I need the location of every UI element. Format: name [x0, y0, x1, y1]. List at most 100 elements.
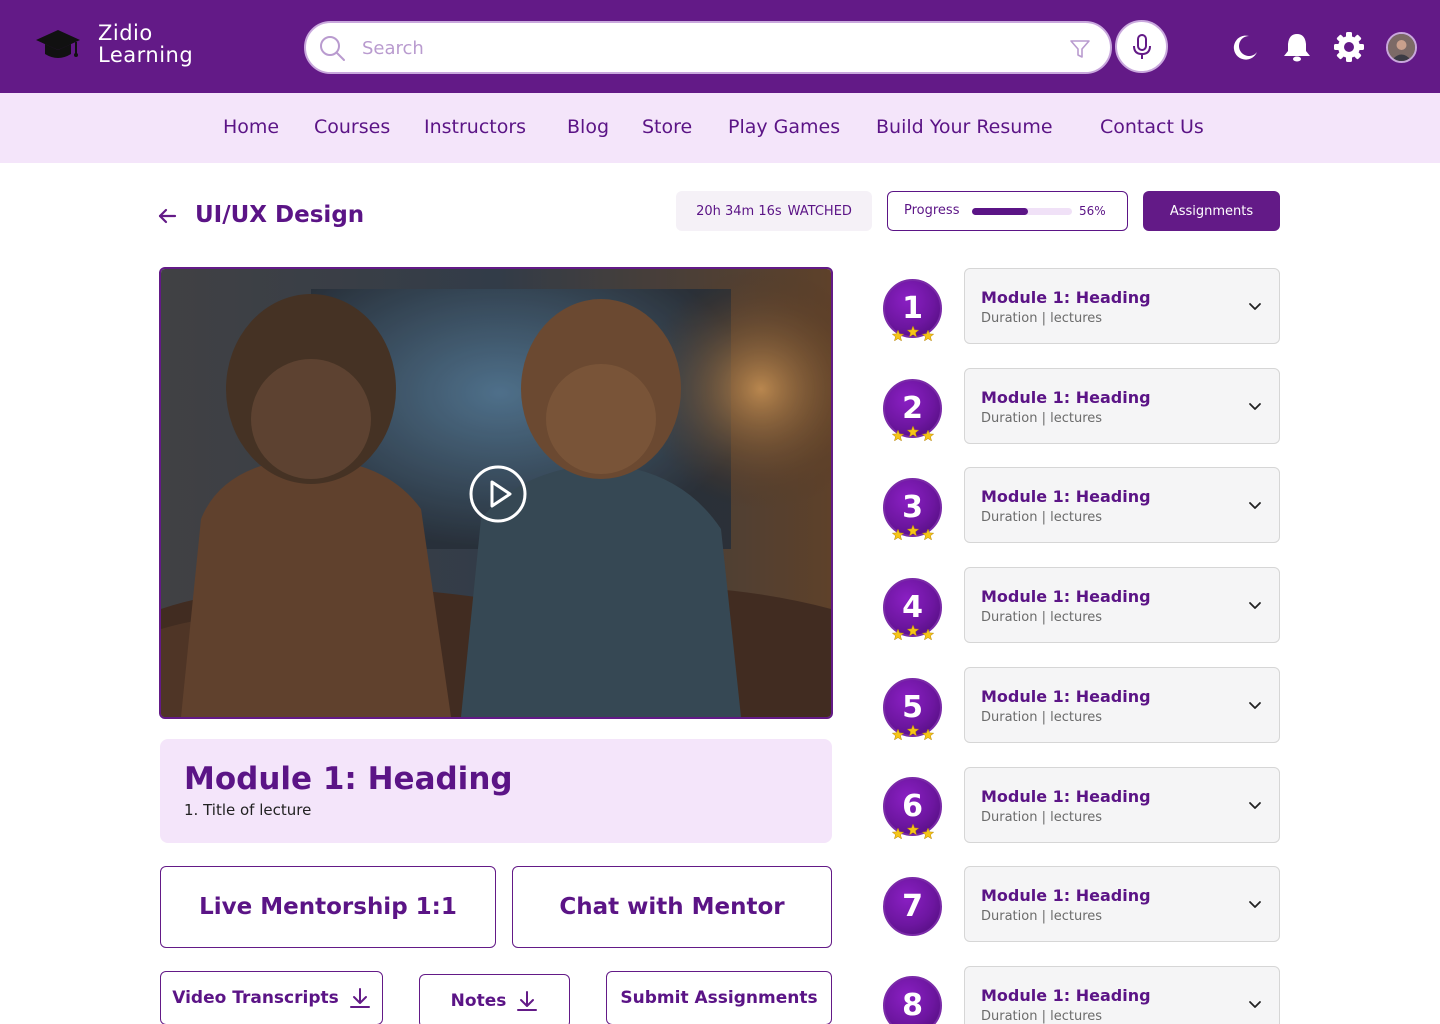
main-nav: Home Courses Instructors Blog Store Play… — [0, 93, 1440, 163]
star-icon — [891, 827, 905, 840]
search-input[interactable] — [362, 33, 1022, 63]
module-item[interactable]: Module 1: Heading Duration | lectures — [964, 667, 1280, 743]
module-item[interactable]: Module 1: Heading Duration | lectures — [964, 467, 1280, 543]
nav-instructors[interactable]: Instructors — [424, 116, 526, 138]
star-icon — [921, 728, 935, 741]
brand-name: Zidio Learning — [98, 22, 193, 66]
assignments-button[interactable]: Assignments — [1143, 191, 1280, 231]
video-player[interactable] — [159, 267, 833, 719]
module-item[interactable]: Module 1: Heading Duration | lectures — [964, 268, 1280, 344]
chevron-down-icon — [1249, 303, 1261, 310]
module-badge: 3 — [883, 478, 943, 541]
star-icon — [906, 326, 920, 338]
nav-courses[interactable]: Courses — [314, 116, 390, 138]
star-rating — [891, 824, 935, 840]
star-rating — [891, 426, 935, 442]
current-module-title: Module 1: Heading — [184, 761, 513, 797]
module-title: Module 1: Heading — [981, 886, 1151, 905]
chevron-down-icon — [1249, 702, 1261, 709]
nav-store[interactable]: Store — [642, 116, 692, 138]
settings-button[interactable] — [1333, 31, 1365, 63]
user-avatar[interactable] — [1386, 32, 1417, 63]
module-meta: Duration | lectures — [981, 510, 1103, 525]
star-rating — [891, 924, 935, 940]
module-meta: Duration | lectures — [981, 810, 1103, 825]
module-title: Module 1: Heading — [981, 288, 1151, 307]
notifications-button[interactable] — [1281, 31, 1313, 63]
notes-button[interactable]: Notes — [419, 974, 570, 1024]
module-number: 8 — [883, 976, 942, 1024]
star-icon — [921, 429, 935, 442]
module-meta: Duration | lectures — [981, 411, 1103, 426]
module-meta: Duration | lectures — [981, 909, 1103, 924]
voice-search-button[interactable] — [1115, 20, 1168, 73]
play-icon[interactable] — [468, 464, 528, 524]
module-badge: 8 — [883, 976, 943, 1024]
brand-logo[interactable]: Zidio Learning — [34, 22, 193, 66]
filter-icon[interactable] — [1068, 37, 1092, 61]
chevron-down-icon — [1249, 1001, 1261, 1008]
gear-icon — [1334, 32, 1364, 62]
nav-play-games[interactable]: Play Games — [728, 116, 840, 138]
star-icon — [906, 525, 920, 537]
star-icon — [891, 528, 905, 541]
watched-time-badge: 20h 34m 16s WATCHED — [676, 191, 872, 231]
module-badge: 7 — [883, 877, 943, 937]
star-icon — [906, 725, 920, 737]
progress-bar — [972, 208, 1072, 215]
module-item[interactable]: Module 1: Heading Duration | lectures — [964, 368, 1280, 444]
notes-label: Notes — [450, 991, 507, 1011]
star-icon — [891, 329, 905, 342]
current-lecture-title: 1. Title of lecture — [184, 801, 312, 819]
graduation-cap-icon — [36, 30, 80, 58]
module-title: Module 1: Heading — [981, 986, 1151, 1005]
download-icon — [517, 991, 538, 1011]
course-progress: Progress 56% — [887, 191, 1128, 231]
star-icon — [891, 429, 905, 442]
nav-contact-us[interactable]: Contact Us — [1100, 116, 1204, 138]
star-icon — [921, 827, 935, 840]
module-meta: Duration | lectures — [981, 610, 1103, 625]
back-arrow-icon[interactable] — [156, 205, 178, 227]
module-meta: Duration | lectures — [981, 1009, 1103, 1024]
module-title: Module 1: Heading — [981, 787, 1151, 806]
download-icon — [349, 988, 370, 1008]
current-module-card: Module 1: Heading 1. Title of lecture — [160, 739, 832, 843]
nav-home[interactable]: Home — [223, 116, 279, 138]
brand-line-2: Learning — [98, 43, 194, 67]
moon-icon — [1233, 35, 1257, 60]
star-icon — [921, 528, 935, 541]
module-title: Module 1: Heading — [981, 388, 1151, 407]
module-badge: 2 — [883, 379, 943, 442]
top-bar: Zidio Learning — [0, 0, 1440, 93]
star-icon — [891, 628, 905, 641]
star-icon — [921, 329, 935, 342]
chevron-down-icon — [1249, 403, 1261, 410]
module-item[interactable]: Module 1: Heading Duration | lectures — [964, 767, 1280, 843]
live-mentorship-button[interactable]: Live Mentorship 1:1 — [160, 866, 496, 948]
module-title: Module 1: Heading — [981, 587, 1151, 606]
module-item[interactable]: Module 1: Heading Duration | lectures — [964, 567, 1280, 643]
chevron-down-icon — [1249, 802, 1261, 809]
microphone-icon — [1132, 33, 1151, 59]
module-item[interactable]: Module 1: Heading Duration | lectures — [964, 866, 1280, 942]
star-rating — [891, 525, 935, 541]
theme-toggle-button[interactable] — [1229, 31, 1261, 63]
chat-with-mentor-button[interactable]: Chat with Mentor — [512, 866, 832, 948]
chevron-down-icon — [1249, 502, 1261, 509]
course-title: UI/UX Design — [195, 202, 365, 228]
search-icon — [320, 36, 345, 61]
star-rating — [891, 625, 935, 641]
module-item[interactable]: Module 1: Heading Duration | lectures — [964, 966, 1280, 1024]
nav-build-resume[interactable]: Build Your Resume — [876, 116, 1053, 138]
module-badge: 6 — [883, 777, 943, 840]
brand-line-1: Zidio — [98, 21, 153, 45]
video-transcripts-button[interactable]: Video Transcripts — [160, 971, 383, 1024]
submit-assignments-button[interactable]: Submit Assignments — [606, 971, 832, 1024]
module-badge: 1 — [883, 279, 943, 342]
star-icon — [906, 824, 920, 836]
chevron-down-icon — [1249, 602, 1261, 609]
module-title: Module 1: Heading — [981, 487, 1151, 506]
bell-icon — [1284, 34, 1310, 62]
nav-blog[interactable]: Blog — [567, 116, 609, 138]
